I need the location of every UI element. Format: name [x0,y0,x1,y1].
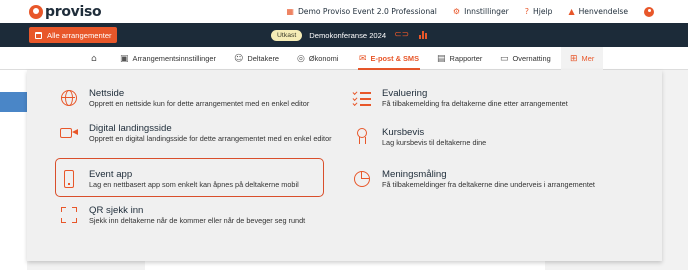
settings-link[interactable]: ⚙ Innstillinger [453,7,509,16]
calendar-icon [35,31,42,39]
video-icon [59,123,79,143]
help-icon: ? [524,6,529,16]
tab-event-settings[interactable]: ▣ Arrangementsinnstillinger [120,47,216,70]
help-link[interactable]: ? Hjelp [525,7,553,16]
menu-item-desc: Lag kursbevis til deltakerne dine [382,138,487,147]
bed-icon: ▭ [500,53,509,64]
building-icon: ▦ [286,6,294,16]
menu-item-desc: Opprett en digital landingsside for dett… [89,134,332,143]
help-label: Hjelp [533,7,553,16]
tab-reports-label: Rapporter [449,54,483,63]
menu-item-title: Event app [89,169,133,180]
tab-email-sms[interactable]: ✉ E-post & SMS [359,47,419,70]
all-events-label: Alle arrangementer [47,30,112,40]
stats-icon[interactable] [419,31,428,39]
event-name: Demokonferanse 2024 [309,30,387,40]
phone-icon [59,169,79,189]
tab-economy-label: Økonomi [308,54,339,63]
tab-participants[interactable]: ☺ Deltakere [234,47,279,70]
menu-item-title: Nettside [89,88,125,99]
tab-email-sms-label: E-post & SMS [370,54,419,63]
menu-item-title: Meningsmåling [382,169,447,180]
menu-item-title: Digital landingsside [89,123,172,134]
user-avatar-icon[interactable] [644,6,654,17]
tab-more-label: Mer [581,54,595,63]
product-name: Demo Proviso Event 2.0 Professional [297,7,437,16]
tab-overnight[interactable]: ▭ Overnatting [500,47,551,70]
main-nav: ⌂ ▣ Arrangementsinnstillinger ☺ Deltaker… [0,47,688,70]
grid-icon: ⊞ [570,53,578,64]
menu-item-title: Kursbevis [382,127,425,138]
bell-icon: ▲ [568,6,575,16]
logo-text: proviso [45,3,102,20]
settings-icon: ▣ [120,53,129,64]
users-icon: ☺ [234,53,244,64]
menu-item-desc: Få tilbakemeldinger fra deltakerne dine … [382,180,595,189]
globe-icon [59,88,79,108]
menu-item-desc: Lag en nettbasert app som enkelt kan åpn… [89,180,299,189]
tab-home[interactable]: ⌂ [91,47,97,70]
more-dropdown-menu: Nettside Opprett en nettside kun for det… [27,70,662,261]
menu-item-title: Evaluering [382,88,428,99]
home-icon: ⌂ [91,53,97,64]
tab-event-settings-label: Arrangementsinnstillinger [132,54,216,63]
tab-overnight-label: Overnatting [512,54,551,63]
coins-icon: ◎ [297,53,305,64]
menu-item-meningsmaling[interactable]: Meningsmåling Få tilbakemeldinger fra de… [352,169,595,189]
menu-item-evaluering[interactable]: Evaluering Få tilbakemelding fra deltake… [352,88,568,108]
gear-icon: ⚙ [452,6,461,16]
pie-chart-icon [352,169,372,189]
menu-item-desc: Få tilbakemelding fra deltakerne dine et… [382,99,568,108]
notifications-link[interactable]: ▲ Henvendelse [568,7,628,16]
notifications-label: Henvendelse [578,7,628,16]
menu-item-desc: Opprett en nettside kun for dette arrang… [89,99,310,108]
status-badge: Utkast [271,29,303,41]
qr-scan-icon [59,205,79,225]
tab-economy[interactable]: ◎ Økonomi [297,47,338,70]
menu-item-digital-landingsside[interactable]: Digital landingsside Opprett en digital … [59,123,344,143]
menu-item-desc: Sjekk inn deltakerne når de kommer eller… [89,216,306,225]
content-card [145,261,545,270]
report-icon: ▤ [437,53,446,64]
menu-item-nettside[interactable]: Nettside Opprett en nettside kun for det… [59,88,309,108]
event-bar: Alle arrangementer Utkast Demokonferanse… [0,23,688,47]
checklist-icon [352,88,372,108]
menu-item-event-app[interactable]: Event app Lag en nettbasert app som enke… [59,169,299,189]
tab-more[interactable]: ⊞ Mer [561,47,604,70]
link-icon[interactable]: ⊂⊃ [394,30,409,40]
menu-item-kursbevis[interactable]: Kursbevis Lag kursbevis til deltakerne d… [352,127,486,147]
tab-reports[interactable]: ▤ Rapporter [437,47,482,70]
tab-participants-label: Deltakere [247,54,280,63]
logo-icon [29,4,43,19]
logo[interactable]: proviso [29,3,102,20]
all-events-button[interactable]: Alle arrangementer [29,27,117,43]
top-bar: proviso ▦ Demo Proviso Event 2.0 Profess… [0,0,688,23]
side-panel-selected[interactable] [0,92,27,112]
product-menu[interactable]: ▦ Demo Proviso Event 2.0 Professional [286,7,437,16]
mail-icon: ✉ [359,53,367,64]
menu-item-qr-sjekk-inn[interactable]: QR sjekk inn Sjekk inn deltakerne når de… [59,205,305,225]
menu-item-title: QR sjekk inn [89,205,144,216]
settings-label: Innstillinger [464,7,509,16]
certificate-icon [352,127,372,147]
